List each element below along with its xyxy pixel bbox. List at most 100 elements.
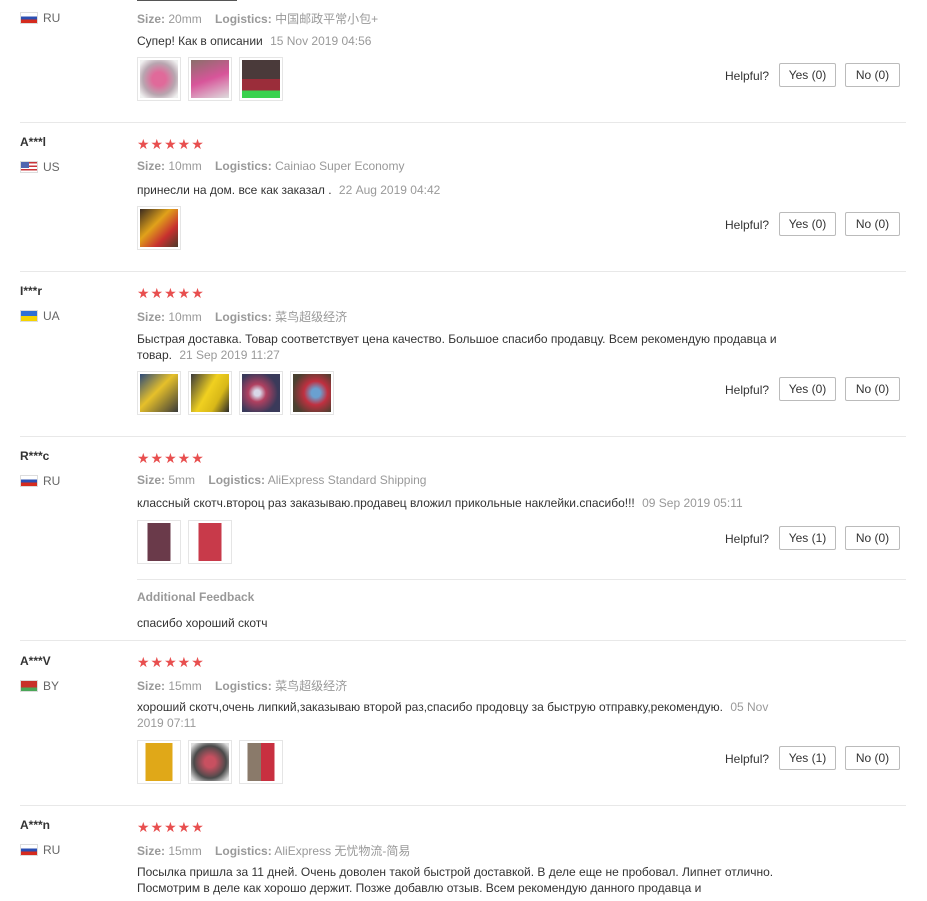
helpful-label: Helpful? <box>725 532 770 546</box>
reviewer-name: A***V <box>20 654 51 668</box>
helpful-label: Helpful? <box>725 383 770 397</box>
country: RU <box>20 474 60 488</box>
logistics-label: Logistics: <box>215 12 272 26</box>
helpful-no-button[interactable]: No (0) <box>845 526 900 550</box>
photo-list <box>137 57 283 101</box>
country: BY <box>20 679 59 693</box>
star-rating: ★★★★★ <box>137 136 205 152</box>
reviewer-name: A***n <box>20 818 51 832</box>
logistics-value: AliExpress 无忧物流-简易 <box>274 844 411 858</box>
helpful-yes-button[interactable]: Yes (1) <box>779 746 836 770</box>
logistics-value: 菜鸟超级经济 <box>275 310 348 324</box>
additional-feedback-text: спасибо хороший скотч <box>137 616 268 630</box>
review-text: хороший скотч,очень липкий,заказываю вто… <box>137 699 797 731</box>
country-code: RU <box>43 11 61 25</box>
flag-ru-icon <box>20 475 38 487</box>
logistics-label: Logistics: <box>215 679 272 693</box>
logistics-label: Logistics: <box>215 310 272 324</box>
divider <box>137 579 906 580</box>
review-meta: Size: 20mm Logistics: 中国邮政平常小包+ <box>137 10 378 27</box>
review-text: принесли на дом. все как заказал . 22 Au… <box>137 182 807 198</box>
helpful-no-button[interactable]: No (0) <box>845 63 900 87</box>
review-meta: Size: 15mm Logistics: AliExpress 无忧物流-简易 <box>137 842 410 859</box>
review-photo[interactable] <box>137 371 181 415</box>
helpful-label: Helpful? <box>725 218 770 232</box>
size-value: 10mm <box>168 159 202 173</box>
flag-ru-icon <box>20 12 38 24</box>
flag-ua-icon <box>20 310 38 322</box>
country: US <box>20 160 60 174</box>
review-date: 22 Aug 2019 04:42 <box>338 183 441 197</box>
star-rating: ★★★★★ <box>137 819 205 835</box>
helpful-no-button[interactable]: No (0) <box>845 212 900 236</box>
reviewer-name: R***c <box>20 449 50 463</box>
review-photo[interactable] <box>188 740 232 784</box>
size-value: 15mm <box>168 679 202 693</box>
review-text: классный скотч.второц раз заказываю.прод… <box>137 495 837 511</box>
logistics-label: Logistics: <box>208 473 266 487</box>
photo-list <box>137 371 334 415</box>
review-photo[interactable] <box>239 740 283 784</box>
helpful-label: Helpful? <box>725 69 770 83</box>
logistics-label: Logistics: <box>215 159 272 173</box>
flag-ru-icon <box>20 844 38 856</box>
review-body: Посылка пришла за 11 дней. Очень доволен… <box>137 865 774 895</box>
review-text: Посылка пришла за 11 дней. Очень доволен… <box>137 864 802 896</box>
logistics-value: 中国邮政平常小包+ <box>275 12 379 26</box>
review-meta: Size: 5mm Logistics: AliExpress Standard… <box>137 473 426 487</box>
review-photo[interactable] <box>137 206 181 250</box>
logistics-value: AliExpress Standard Shipping <box>267 473 427 487</box>
flag-by-icon <box>20 680 38 692</box>
country: UA <box>20 309 60 323</box>
size-value: 5mm <box>168 473 196 487</box>
review-photo[interactable] <box>137 520 181 564</box>
reviewer-name: A***l <box>20 135 47 149</box>
helpful-no-button[interactable]: No (0) <box>845 746 900 770</box>
helpful-yes-button[interactable]: Yes (0) <box>779 212 836 236</box>
review-photo[interactable] <box>290 371 334 415</box>
size-label: Size: <box>137 310 166 324</box>
country: RU <box>20 11 60 25</box>
helpful-yes-button[interactable]: Yes (1) <box>779 526 836 550</box>
divider <box>20 122 906 123</box>
divider <box>137 0 237 1</box>
helpful-yes-button[interactable]: Yes (0) <box>779 63 836 87</box>
review-body: классный скотч.второц раз заказываю.прод… <box>137 496 635 510</box>
photo-list <box>137 740 283 784</box>
review-body: принесли на дом. все как заказал . <box>137 183 332 197</box>
review-photo[interactable] <box>239 57 283 101</box>
helpful-label: Helpful? <box>725 752 770 766</box>
review-date: 21 Sep 2019 11:27 <box>179 348 280 362</box>
country-code: BY <box>43 679 60 693</box>
additional-feedback-title: Additional Feedback <box>137 590 255 604</box>
helpful-no-button[interactable]: No (0) <box>845 377 900 401</box>
size-value: 15mm <box>168 844 202 858</box>
divider <box>20 271 906 272</box>
size-label: Size: <box>137 12 166 26</box>
review-text: Супер! Как в описании 15 Nov 2019 04:56 <box>137 33 807 49</box>
review-photo[interactable] <box>188 57 232 101</box>
review-photo[interactable] <box>137 740 181 784</box>
review-date: 15 Nov 2019 04:56 <box>270 34 372 48</box>
photo-list <box>137 206 181 250</box>
review-photo[interactable] <box>188 371 232 415</box>
logistics-value: Cainiao Super Economy <box>275 159 405 173</box>
country-code: US <box>43 160 60 174</box>
size-value: 20mm <box>168 12 202 26</box>
review-text: Быстрая доставка. Товар соответствует це… <box>137 331 807 363</box>
size-value: 10mm <box>168 310 202 324</box>
review-meta: Size: 15mm Logistics: 菜鸟超级经济 <box>137 677 347 694</box>
size-label: Size: <box>137 159 166 173</box>
logistics-label: Logistics: <box>215 844 272 858</box>
size-label: Size: <box>137 473 166 487</box>
divider <box>20 640 906 641</box>
country: RU <box>20 843 60 857</box>
review-photo[interactable] <box>188 520 232 564</box>
review-photo[interactable] <box>239 371 283 415</box>
helpful-yes-button[interactable]: Yes (0) <box>779 377 836 401</box>
size-label: Size: <box>137 844 166 858</box>
star-rating: ★★★★★ <box>137 654 205 670</box>
photo-list <box>137 520 232 564</box>
review-photo[interactable] <box>137 57 181 101</box>
review-date: 09 Sep 2019 05:11 <box>642 496 743 510</box>
